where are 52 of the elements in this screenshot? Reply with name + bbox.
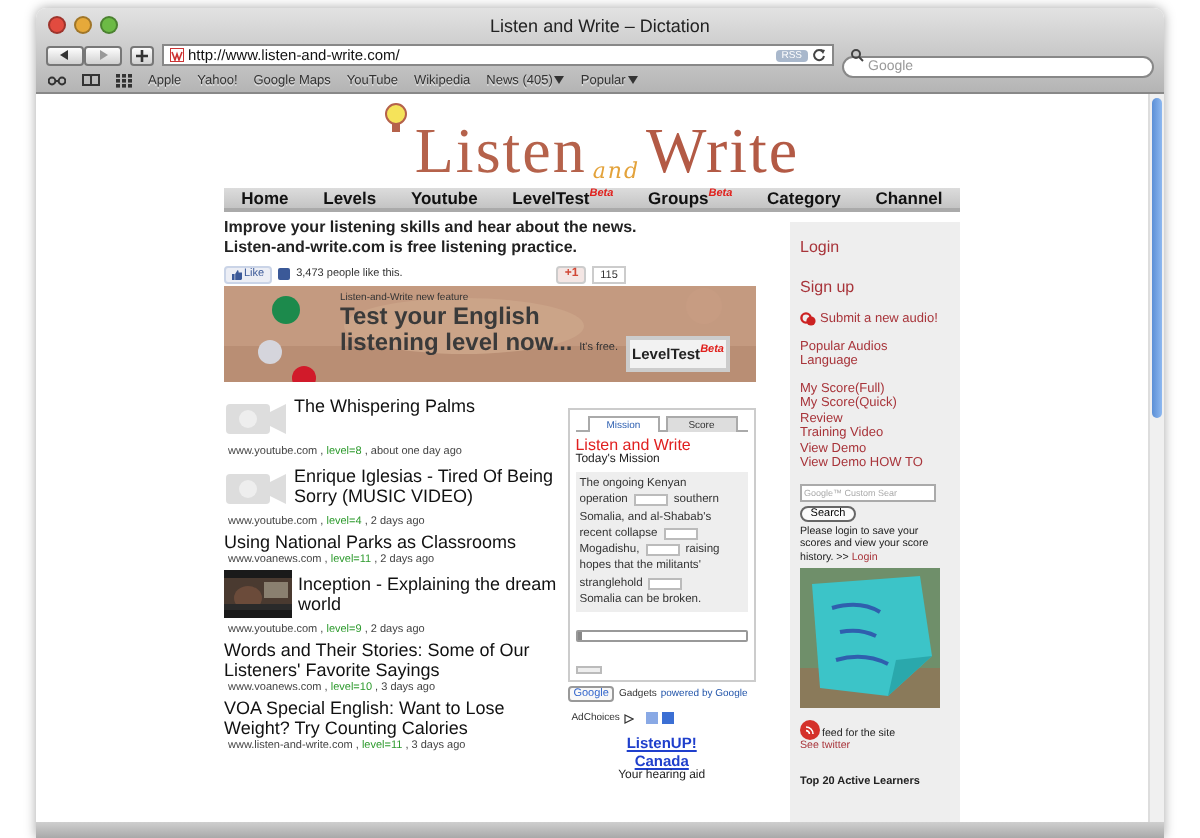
zoom-button[interactable]	[100, 16, 118, 34]
scrollbar[interactable]	[1148, 94, 1164, 822]
blank-field[interactable]	[663, 528, 698, 541]
mission-title: Listen and Write	[575, 436, 693, 454]
glasses-icon[interactable]	[48, 75, 66, 85]
logo-text: Listen	[414, 117, 587, 182]
sidebar-link[interactable]: Sign up	[800, 279, 950, 294]
nav-link[interactable]: Youtube	[410, 187, 478, 208]
forward-button[interactable]	[84, 45, 122, 65]
article-link[interactable]: Enrique Iglesias - Tired Of Being Sorry (MUSIC VIDEO)	[292, 462, 562, 506]
logo-text: Write	[646, 117, 800, 182]
sidebar-link[interactable]: Login	[800, 240, 950, 255]
nav-link[interactable]: Groups$^{Beta}$	[648, 187, 733, 208]
nav-link[interactable]: Levels	[323, 187, 377, 208]
plus-icon	[136, 49, 148, 61]
previous-ad-button[interactable]	[645, 712, 658, 724]
article-link[interactable]: Inception - Explaining the dream world	[296, 570, 562, 614]
blank-field[interactable]	[645, 544, 680, 557]
nav-link[interactable]: Channel	[875, 187, 943, 208]
blank-field[interactable]	[633, 494, 668, 507]
back-button[interactable]	[46, 45, 84, 65]
back-icon	[60, 50, 70, 60]
article-link[interactable]: Using National Parks as Classrooms	[224, 532, 517, 552]
blank-field[interactable]	[648, 577, 683, 590]
logo-text: and	[592, 159, 641, 182]
article-link[interactable]: The Whispering Palms	[292, 392, 476, 416]
banner-headline: Test your English	[340, 304, 542, 330]
upload-icon	[800, 312, 816, 326]
minimize-button[interactable]	[74, 16, 92, 34]
forward-icon	[98, 50, 108, 60]
intro-text: Improve your listening skills and hear about the news.	[224, 218, 639, 238]
article-link[interactable]: VOA Special English: Want to Lose Weight? Try Counting Calories	[224, 698, 562, 738]
next-ad-button[interactable]	[661, 712, 674, 724]
play-icon	[623, 713, 634, 723]
search-icon	[850, 48, 864, 62]
rss-feed-icon[interactable]	[800, 720, 820, 740]
nav-link[interactable]: Category	[767, 187, 841, 208]
add-bookmark-button[interactable]	[130, 45, 154, 65]
window-title: Listen and Write – Dictation	[488, 15, 712, 35]
nav-link[interactable]: LevelTest$^{Beta}$	[512, 187, 614, 208]
facebook-icon	[278, 268, 291, 280]
grid-icon[interactable]	[116, 73, 132, 87]
article-link[interactable]: Words and Their Stories: Some of Our Listeners' Favorite Sayings	[224, 640, 562, 680]
close-button[interactable]	[48, 16, 66, 34]
scroll-thumb[interactable]	[1152, 98, 1162, 418]
nav-link[interactable]: Home	[241, 187, 289, 208]
book-icon[interactable]	[82, 74, 100, 86]
reload-icon[interactable]	[812, 48, 826, 62]
favicon-icon	[170, 48, 184, 62]
intro-text: Listen-and-write.com is free listening practice.	[224, 238, 579, 258]
thumbs-up-icon	[232, 269, 242, 279]
lightbulb-icon	[384, 102, 409, 134]
